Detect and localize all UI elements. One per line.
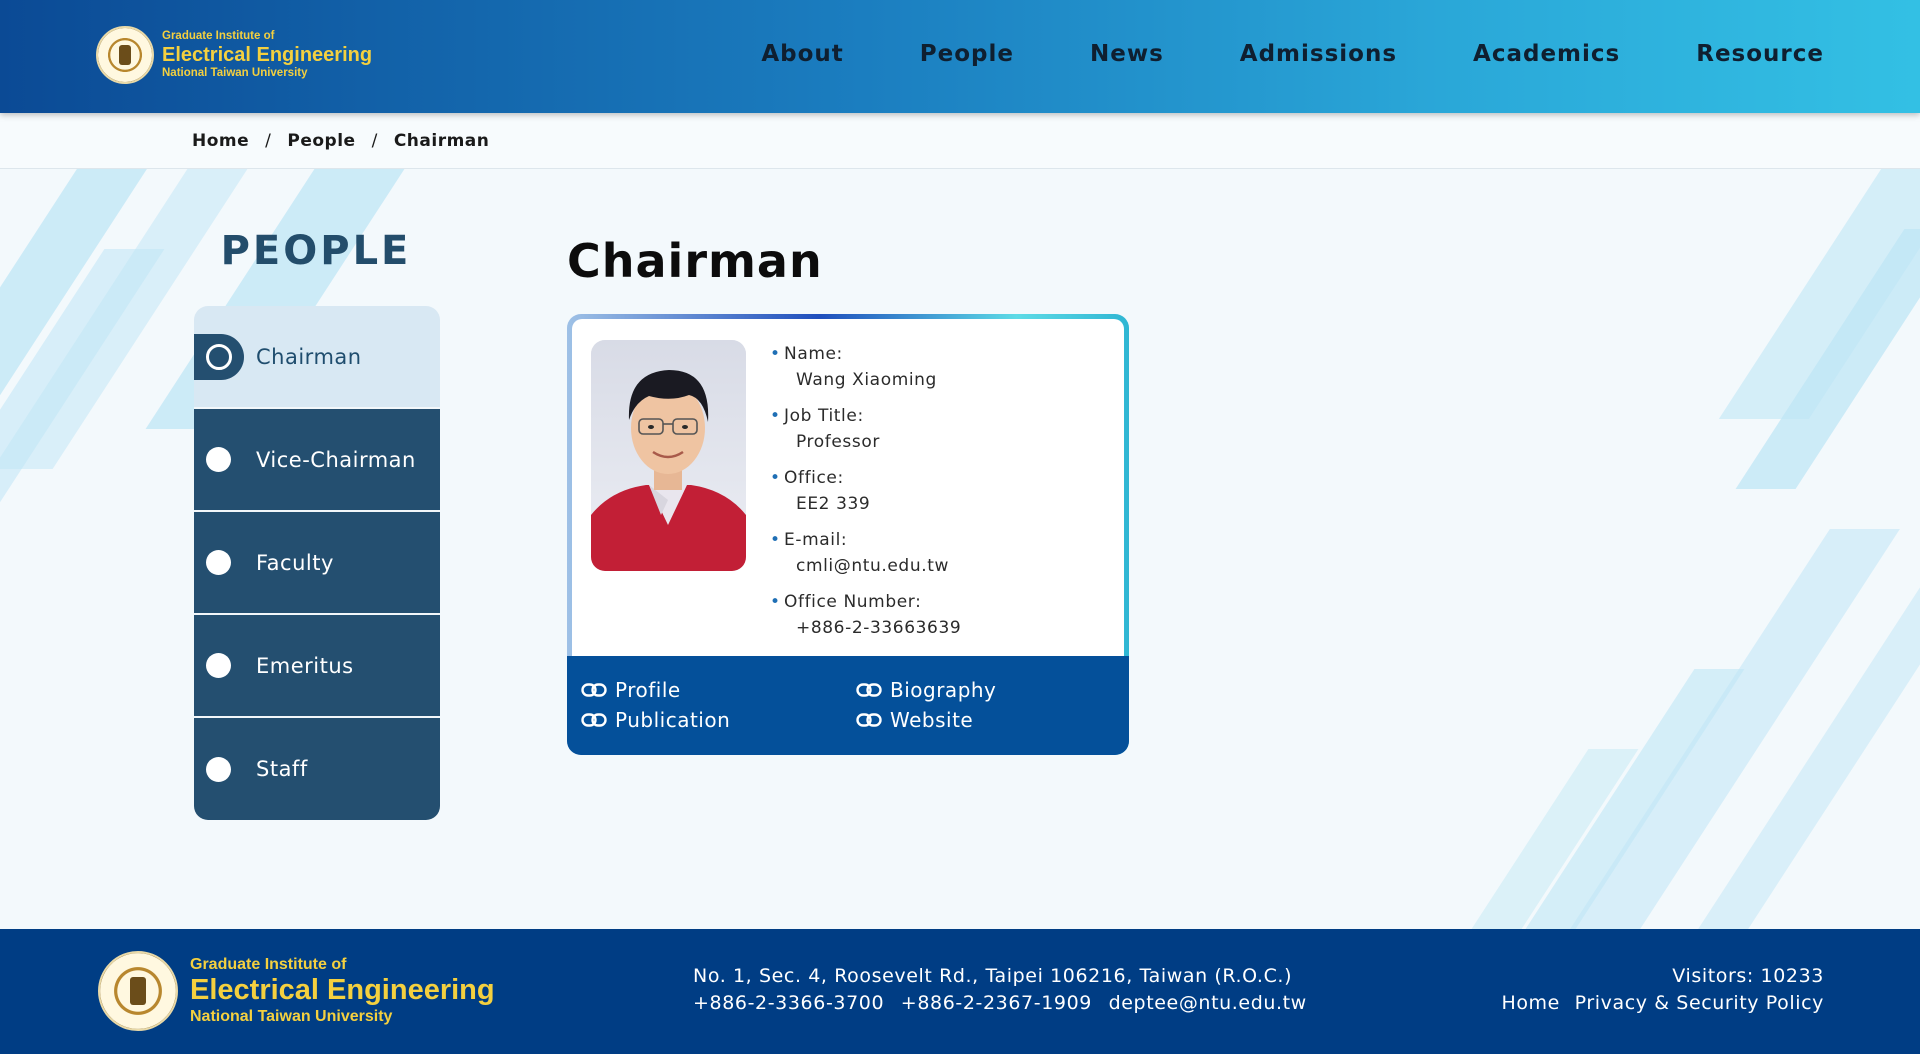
sidebar-item-label: Staff: [256, 757, 308, 781]
footer-email[interactable]: deptee@ntu.edu.tw: [1109, 992, 1307, 1014]
sidebar-item-label: Vice-Chairman: [256, 447, 416, 472]
footer-links: Home Privacy & Security Policy: [1493, 990, 1824, 1017]
nav-resource[interactable]: Resource: [1696, 41, 1824, 67]
info-row-office: Office: EE2 339: [770, 465, 961, 517]
info-value: Professor: [796, 432, 880, 452]
footer-phone1: +886-2-3366-3700: [693, 992, 885, 1014]
info-row-job-title: Job Title: Professor: [770, 403, 961, 455]
biography-link[interactable]: Biography: [856, 678, 996, 702]
nav-people[interactable]: People: [920, 41, 1014, 67]
main-nav: About People News Admissions Academics R…: [685, 41, 1824, 67]
circle-bullet-icon: [206, 653, 231, 678]
info-value: +886-2-33663639: [796, 618, 962, 638]
sidebar-item-label: Emeritus: [256, 653, 354, 678]
info-value: cmli@ntu.edu.tw: [796, 556, 949, 576]
link-chain-icon: [581, 713, 607, 727]
person-links-bar: Profile Biography Publication Website: [567, 656, 1129, 755]
footer-contact: No. 1, Sec. 4, Roosevelt Rd., Taipei 106…: [693, 963, 1317, 1017]
breadcrumb: Home / People / Chairman: [192, 131, 489, 151]
logo-line1: Graduate Institute of: [162, 30, 275, 43]
sidebar-title: PEOPLE: [220, 228, 412, 274]
info-row-name: Name: Wang Xiaoming: [770, 341, 961, 393]
sidebar-item-vice-chairman[interactable]: Vice-Chairman: [194, 409, 440, 512]
link-chain-icon: [856, 713, 882, 727]
sidebar-item-faculty[interactable]: Faculty: [194, 512, 440, 615]
sidebar-item-chairman[interactable]: Chairman: [194, 306, 440, 409]
circle-bullet-icon: [206, 756, 231, 782]
nav-academics[interactable]: Academics: [1473, 41, 1620, 67]
footer-logo-line2: Electrical Engineering: [190, 974, 495, 1007]
sidebar-item-emeritus[interactable]: Emeritus: [194, 615, 440, 718]
nav-about[interactable]: About: [761, 41, 843, 67]
footer-privacy-link[interactable]: Privacy & Security Policy: [1575, 992, 1824, 1014]
sidebar-item-label: Faculty: [256, 550, 334, 575]
footer-logo-text: Graduate Institute of Electrical Enginee…: [190, 956, 495, 1026]
info-label: Office Number:: [770, 589, 961, 615]
person-info: Name: Wang Xiaoming Job Title: Professor…: [770, 341, 962, 651]
link-label: Publication: [615, 708, 731, 732]
profile-link[interactable]: Profile: [581, 678, 681, 702]
circle-bullet-icon: [206, 343, 232, 370]
portrait-illustration: [591, 340, 746, 571]
breadcrumb-current: Chairman: [393, 131, 490, 151]
footer-logo-line1: Graduate Institute of: [190, 955, 347, 973]
footer-phone2: +886-2-2367-1909: [900, 992, 1092, 1014]
sidebar-menu: Chairman Vice-Chairman Faculty Emeritus …: [194, 306, 440, 820]
page-title: Chairman: [567, 234, 823, 288]
site-footer: Graduate Institute of Electrical Enginee…: [0, 929, 1920, 1054]
ntu-seal-icon: [96, 26, 154, 84]
nav-news[interactable]: News: [1090, 41, 1164, 67]
info-value: Wang Xiaoming: [796, 370, 937, 390]
link-label: Website: [890, 708, 974, 732]
info-label: Name:: [770, 341, 961, 367]
link-label: Biography: [890, 678, 997, 702]
header-logo[interactable]: Graduate Institute of Electrical Enginee…: [96, 26, 372, 84]
circle-bullet-icon: [206, 550, 231, 575]
info-value: EE2 339: [796, 494, 871, 514]
person-card: Name: Wang Xiaoming Job Title: Professor…: [567, 314, 1129, 755]
footer-contact-line: +886-2-3366-3700 +886-2-2367-1909 deptee…: [693, 990, 1317, 1017]
website-link[interactable]: Website: [856, 708, 973, 732]
portrait-photo: [591, 340, 746, 571]
site-header: Graduate Institute of Electrical Enginee…: [0, 0, 1920, 113]
link-label: Profile: [615, 678, 681, 702]
info-label: E-mail:: [770, 527, 961, 553]
footer-logo-line3: National Taiwan University: [190, 1007, 393, 1025]
footer-logo[interactable]: Graduate Institute of Electrical Enginee…: [98, 951, 495, 1031]
logo-text: Graduate Institute of Electrical Enginee…: [162, 30, 372, 79]
publication-link[interactable]: Publication: [581, 708, 730, 732]
breadcrumb-separator: /: [265, 131, 272, 151]
footer-home-link[interactable]: Home: [1501, 992, 1560, 1014]
visitor-counter: Visitors: 10233: [1672, 965, 1824, 987]
ntu-seal-icon: [98, 951, 178, 1031]
breadcrumb-separator: /: [371, 131, 378, 151]
sidebar-item-staff[interactable]: Staff: [194, 718, 440, 820]
footer-address: No. 1, Sec. 4, Roosevelt Rd., Taipei 106…: [693, 965, 1293, 987]
link-chain-icon: [856, 683, 882, 697]
circle-bullet-icon: [206, 447, 231, 472]
sidebar-item-label: Chairman: [256, 344, 362, 369]
link-chain-icon: [581, 683, 607, 697]
info-label: Office:: [770, 465, 961, 491]
logo-line3: National Taiwan University: [162, 66, 308, 79]
breadcrumb-home[interactable]: Home: [192, 131, 249, 151]
info-label: Job Title:: [770, 403, 961, 429]
logo-line2: Electrical Engineering: [162, 43, 373, 66]
footer-right: Visitors: 10233 Home Privacy & Security …: [1493, 963, 1824, 1017]
info-row-email: E-mail: cmli@ntu.edu.tw: [770, 527, 961, 579]
nav-admissions[interactable]: Admissions: [1240, 41, 1397, 67]
info-row-office-number: Office Number: +886-2-33663639: [770, 589, 962, 641]
breadcrumb-people[interactable]: People: [287, 131, 355, 151]
breadcrumb-bar: Home / People / Chairman: [0, 113, 1920, 169]
